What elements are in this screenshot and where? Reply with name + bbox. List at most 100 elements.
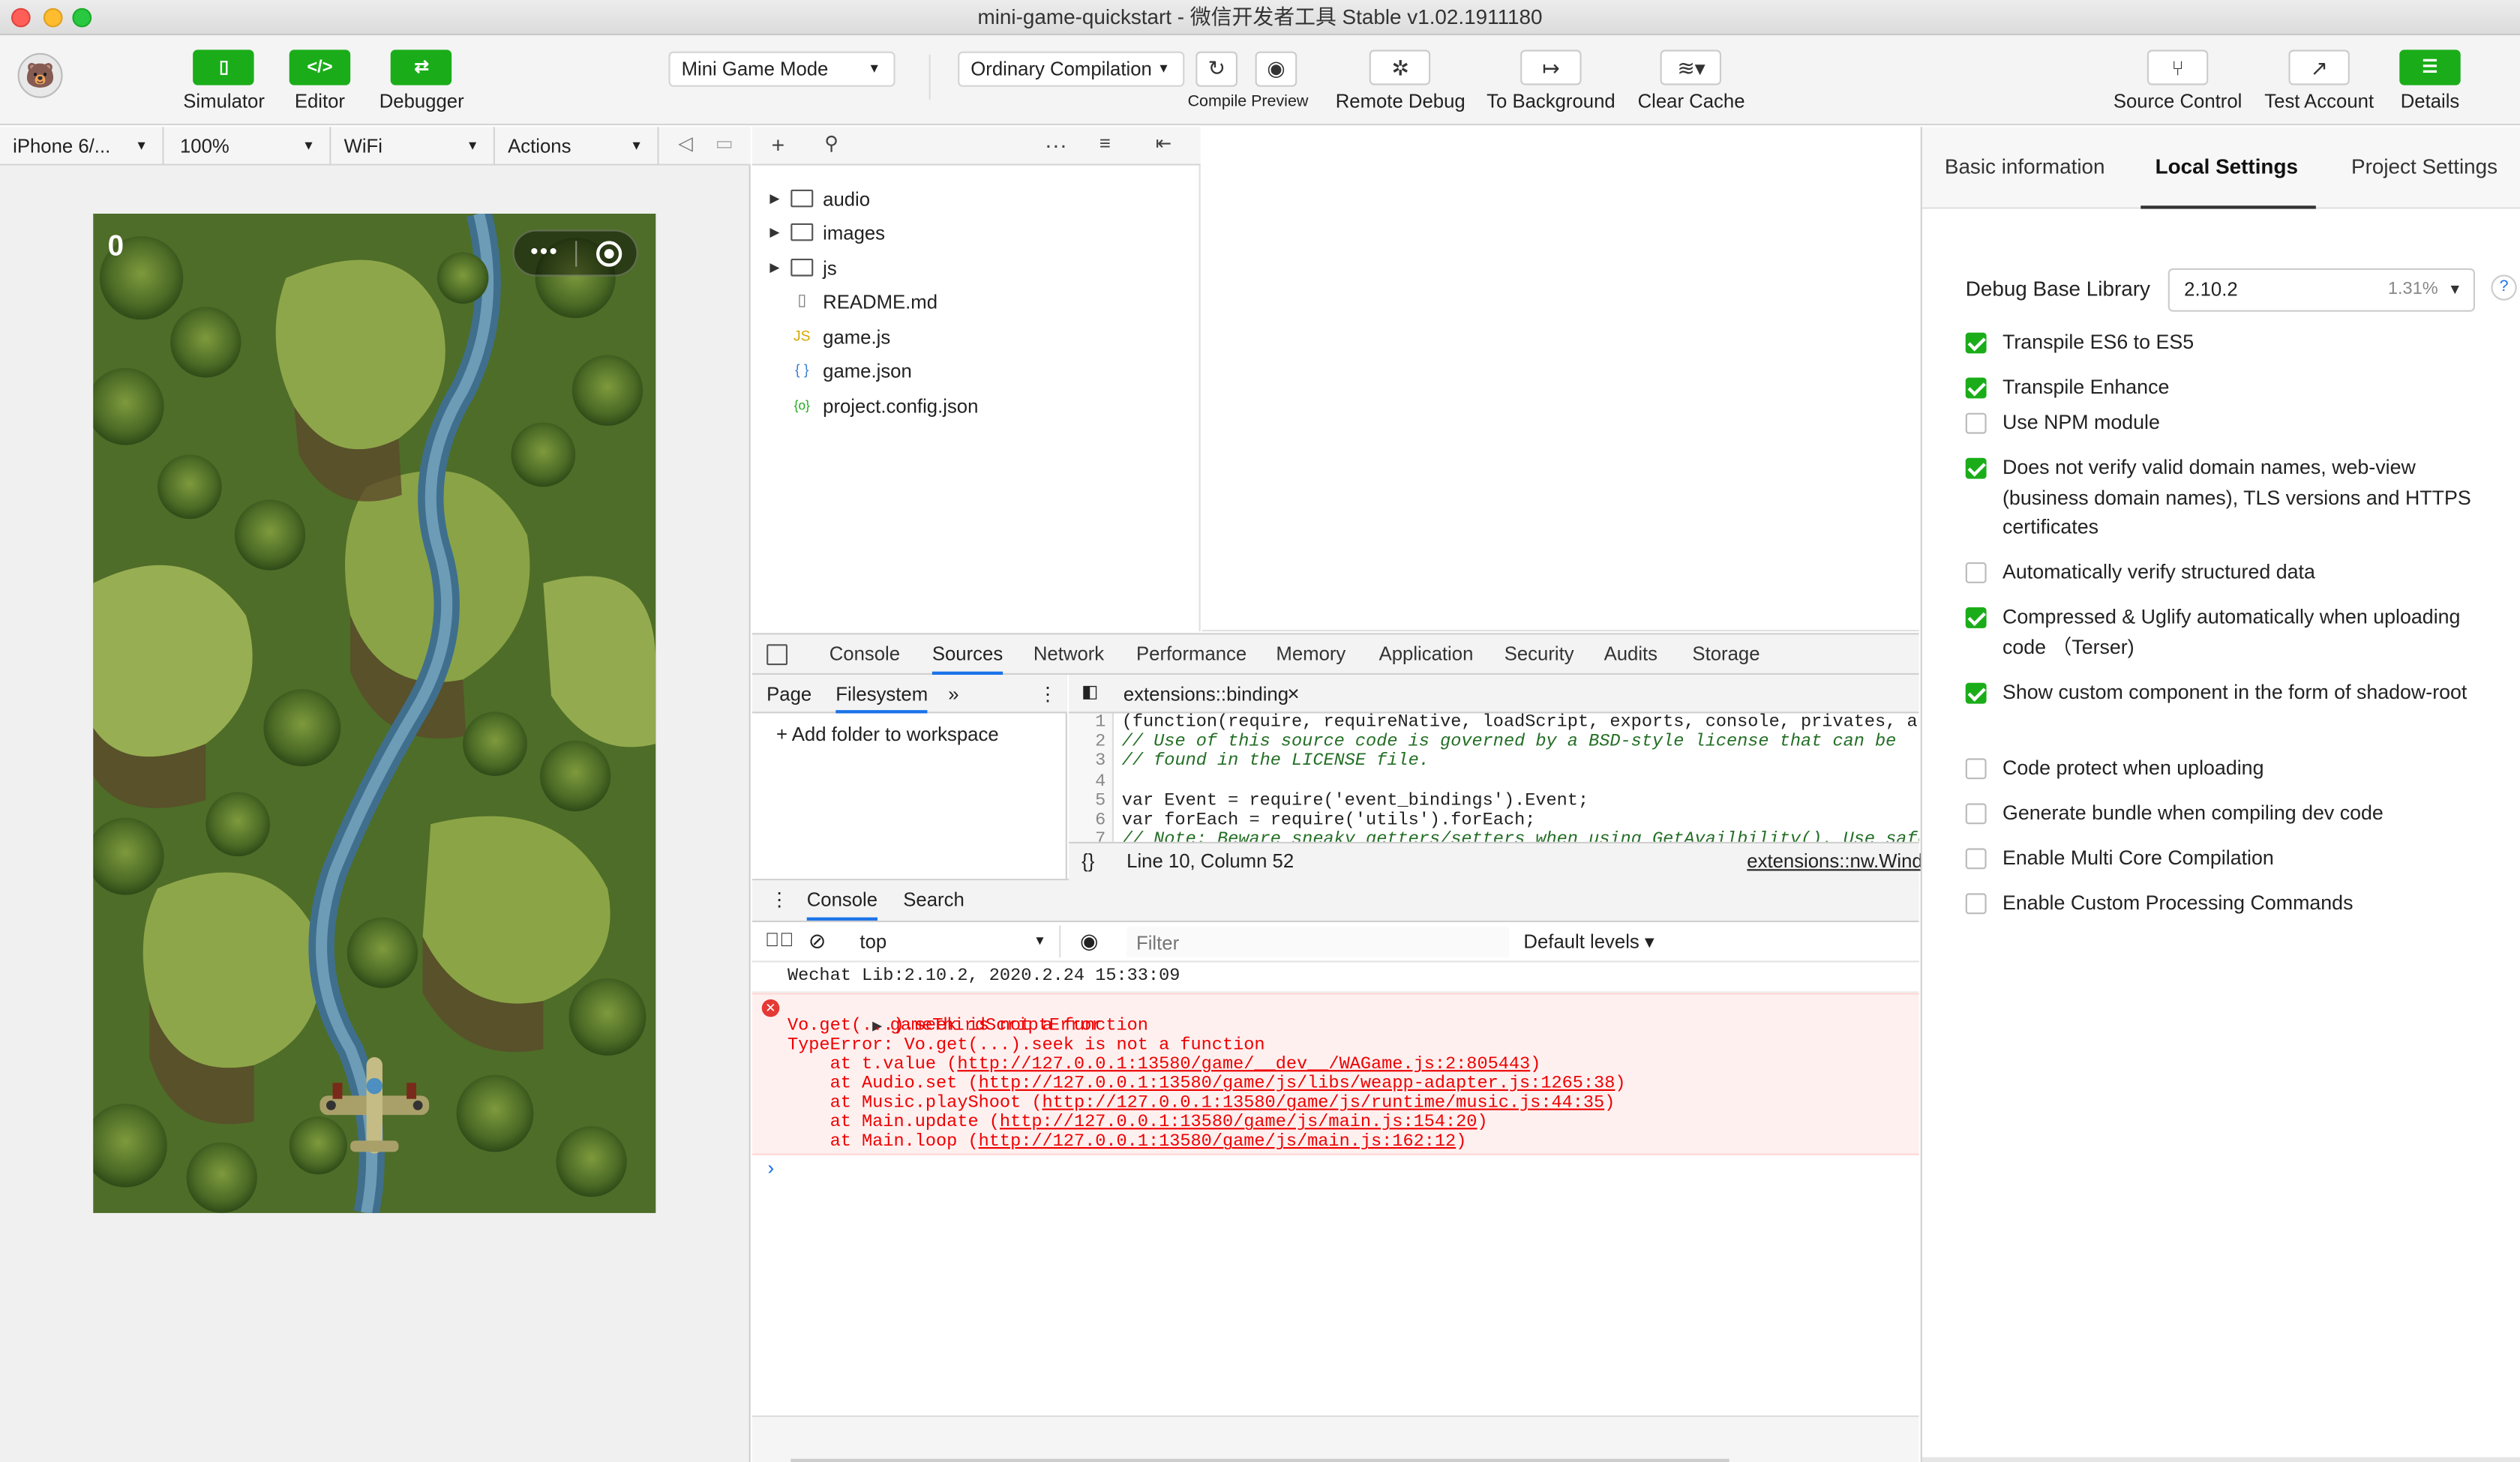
test-account-button[interactable]: ↗ Test Account (2264, 49, 2374, 112)
sidebar-toggle-icon[interactable]: ▶⃞ (765, 929, 794, 951)
stack-source-link[interactable]: http://127.0.0.1:13580/game/js/runtime/m… (1042, 1095, 1605, 1114)
code-content[interactable]: 1234567 (function(require, requireNative… (1069, 713, 1919, 842)
help-icon[interactable]: ? (2491, 274, 2517, 301)
tab-performance[interactable]: Performance (1136, 634, 1246, 675)
drawer-tab-search[interactable]: Search (903, 880, 964, 921)
avatar[interactable]: 🐻 (17, 52, 63, 98)
toggle-navigator-icon[interactable]: ◧ (1082, 682, 1098, 703)
tree-item-images[interactable]: ▶ images (752, 217, 1201, 249)
tab-network[interactable]: Network (1034, 634, 1104, 675)
code-tabbar: ◧ extensions::binding × (1069, 675, 1919, 714)
tab-storage[interactable]: Storage (1692, 634, 1760, 675)
window-minimize-button[interactable] (43, 7, 63, 28)
window-detach-icon[interactable]: ▭ (716, 132, 734, 154)
checkbox-checked[interactable] (1965, 607, 1987, 628)
editor-area[interactable] (1202, 127, 1919, 632)
add-folder-button[interactable]: + Add folder to workspace (776, 723, 999, 745)
debug-lib-select[interactable]: 2.10.2 1.31% ▼ (2168, 268, 2475, 312)
mode-select[interactable]: Mini Game Mode ▼ (668, 51, 896, 87)
eye-icon[interactable]: ◉ (1080, 929, 1098, 954)
remote-debug-button[interactable]: ✲ Remote Debug (1336, 49, 1466, 112)
more-tabs-icon[interactable]: » (948, 683, 958, 706)
tree-item-js[interactable]: ▶ js (752, 252, 1201, 284)
details-button[interactable]: ☰ Details (2399, 49, 2461, 112)
tab-memory[interactable]: Memory (1276, 634, 1346, 675)
checkbox-unchecked[interactable] (1965, 803, 1987, 825)
panel-scrollbar[interactable] (1922, 1457, 2520, 1462)
stack-source-link[interactable]: http://127.0.0.1:13580/game/js/main.js:1… (979, 1134, 1456, 1153)
close-target-icon[interactable] (596, 241, 622, 267)
checkbox-checked[interactable] (1965, 457, 1987, 479)
close-icon[interactable]: × (1287, 682, 1299, 706)
simulator-controls: iPhone 6/... ▼ 100% ▼ WiFi ▼ Actions ▼ ◁ ▭ (0, 127, 751, 166)
horizontal-scrollbar[interactable] (790, 1458, 1730, 1462)
expand-arrow-icon[interactable]: ▶ (770, 252, 779, 284)
compile-mode-select[interactable]: Ordinary Compilation ▼ (958, 51, 1185, 87)
drawer-menu-icon[interactable]: ⋮ (770, 888, 789, 911)
tab-application[interactable]: Application (1379, 634, 1474, 675)
checkbox-unchecked[interactable] (1965, 412, 1987, 434)
network-select[interactable]: WiFi ▼ (331, 127, 495, 166)
add-file-icon[interactable]: + (772, 132, 785, 157)
expand-arrow-icon[interactable]: ▶ (770, 183, 779, 215)
tree-item-game-js[interactable]: JS game.js (752, 322, 1201, 354)
console-filter-input[interactable] (1126, 927, 1510, 958)
checkbox-checked[interactable] (1965, 332, 1987, 354)
tab-page[interactable]: Page (766, 683, 812, 706)
device-select[interactable]: iPhone 6/... ▼ (0, 127, 164, 166)
clear-cache-button[interactable]: ≋▾ Clear Cache (1638, 49, 1745, 112)
zoom-select[interactable]: 100% ▼ (167, 127, 332, 166)
tab-audits[interactable]: Audits (1604, 634, 1658, 675)
search-icon[interactable]: ⚲ (824, 132, 838, 154)
simulator-button[interactable]: ▯ Simulator (183, 49, 265, 112)
game-canvas[interactable]: 0 ••• (93, 214, 656, 1213)
pretty-print-icon[interactable]: {} (1082, 843, 1094, 880)
tab-project-settings[interactable]: Project Settings (2351, 127, 2498, 208)
details-panel: Basic information Local Settings Project S… (1920, 127, 2520, 1462)
stack-source-link[interactable]: http://127.0.0.1:13580/game/js/libs/weap… (979, 1075, 1616, 1095)
tab-basic-information[interactable]: Basic information (1945, 127, 2105, 208)
tree-item-readme-md[interactable]: ▯ README.md (752, 286, 1201, 318)
mute-icon[interactable]: ◁ (678, 132, 693, 154)
checkbox-unchecked[interactable] (1965, 562, 1987, 583)
collapse-list-icon[interactable]: ≡ (1100, 132, 1111, 154)
tab-console[interactable]: Console (830, 634, 900, 675)
checkbox-unchecked[interactable] (1965, 848, 1987, 870)
tree-item-project-config-json[interactable]: {o} project.config.json (752, 391, 1201, 423)
window-close-button[interactable] (11, 7, 31, 28)
inspect-element-icon[interactable] (766, 644, 788, 666)
preview-eye-icon[interactable]: ◉ (1255, 51, 1298, 87)
tab-sources[interactable]: Sources (932, 634, 1004, 675)
editor-button[interactable]: </> Editor (289, 49, 351, 112)
kebab-menu-icon[interactable]: ⋮ (1038, 683, 1058, 706)
tab-filesystem[interactable]: Filesystem (836, 683, 928, 714)
debugger-button[interactable]: ⇄ Debugger (380, 49, 464, 112)
tab-local-settings[interactable]: Local Settings (2140, 127, 2316, 209)
window-maximize-button[interactable] (72, 7, 92, 28)
more-dots-icon[interactable]: ••• (530, 238, 559, 263)
to-background-button[interactable]: ↦ To Background (1486, 49, 1616, 112)
stack-source-link[interactable]: http://127.0.0.1:13580/game/__dev__/WAGa… (957, 1056, 1530, 1075)
console-info-line: Wechat Lib:2.10.2, 2020.2.24 15:33:09 (752, 963, 1919, 993)
checkbox-checked[interactable] (1965, 682, 1987, 704)
expand-arrow-icon[interactable]: ▶ (770, 217, 779, 249)
checkbox-unchecked[interactable] (1965, 893, 1987, 915)
tab-security[interactable]: Security (1504, 634, 1574, 675)
tree-item-game-json[interactable]: { } game.json (752, 355, 1201, 388)
tree-item-audio[interactable]: ▶ audio (752, 183, 1201, 215)
panel-toggle-icon[interactable]: ⇤ (1156, 132, 1172, 154)
source-link[interactable]: extensions::nw.Windo (1747, 843, 1934, 880)
checkbox-checked[interactable] (1965, 377, 1987, 399)
checkbox-unchecked[interactable] (1965, 758, 1987, 780)
stack-source-link[interactable]: http://127.0.0.1:13580/game/js/main.js:1… (1000, 1114, 1478, 1134)
console-prompt[interactable]: › (765, 1158, 776, 1181)
drawer-tab-console[interactable]: Console (806, 880, 878, 921)
log-levels-select[interactable]: Default levels ▾ (1523, 930, 1654, 953)
source-control-button[interactable]: ⑂ Source Control (2114, 49, 2242, 112)
actions-select[interactable]: Actions ▼ (495, 127, 659, 166)
clear-console-icon[interactable]: ⊘ (808, 929, 826, 954)
more-options-icon[interactable]: ··· (1045, 132, 1067, 157)
open-file-tab[interactable]: extensions::binding (1124, 683, 1288, 706)
context-select[interactable]: top ▼ (848, 925, 1061, 958)
refresh-compile-icon[interactable]: ↻ (1196, 51, 1238, 87)
